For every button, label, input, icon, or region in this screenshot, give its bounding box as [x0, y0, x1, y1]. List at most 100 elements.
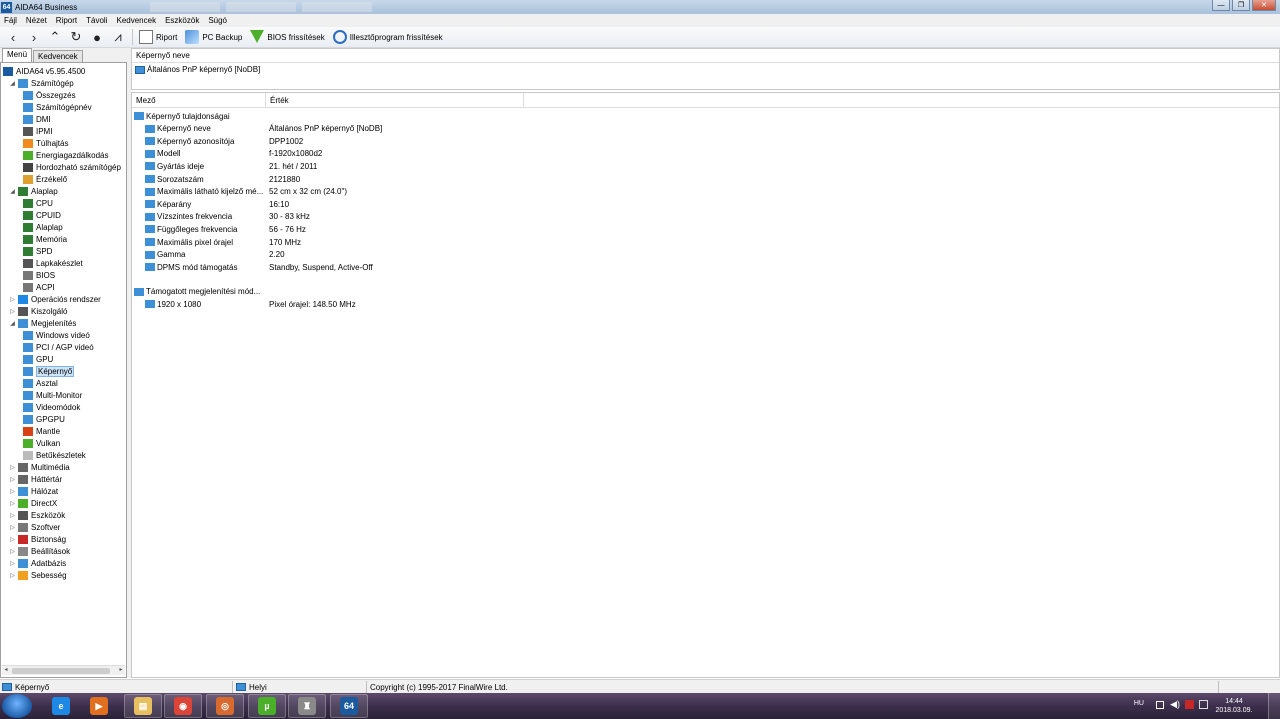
data-row[interactable]: DPMS mód támogatás Standby, Suspend, Acti…	[145, 261, 545, 273]
collapsed-arrow-icon[interactable]: ▷	[9, 500, 16, 507]
data-row[interactable]: Képernyő neve Általános PnP képernyő [NoD…	[145, 123, 545, 135]
driver-updates-button[interactable]: Illesztőprogram frissítések	[332, 30, 443, 44]
tree-item[interactable]: Lapkakészlet	[23, 257, 83, 269]
tree-item[interactable]: Vulkan	[23, 437, 60, 449]
tree-item[interactable]: Asztal	[23, 377, 58, 389]
tree-item[interactable]: Mantle	[23, 425, 60, 437]
menu-view[interactable]: Nézet	[26, 16, 47, 25]
data-row[interactable]: Függőleges frekvencia 56 - 76 Hz	[145, 223, 545, 235]
bios-updates-button[interactable]: BIOS frissítések	[250, 30, 325, 44]
tree-item[interactable]: Betűkészletek	[23, 449, 86, 461]
data-row[interactable]: Képernyő azonosítója DPP1002	[145, 135, 545, 147]
menu-file[interactable]: Fájl	[4, 16, 17, 25]
tree-item[interactable]: BIOS	[23, 269, 55, 281]
section-header[interactable]: Képernyő tulajdonságai	[134, 110, 230, 122]
collapsed-arrow-icon[interactable]: ▷	[9, 524, 16, 531]
tree-item[interactable]: AIDA64 v5.95.4500	[3, 65, 85, 77]
tree-item[interactable]: ACPI	[23, 281, 55, 293]
menu-help[interactable]: Súgó	[208, 16, 227, 25]
data-row[interactable]: Maximális pixel órajel 170 MHz	[145, 236, 545, 248]
pc-backup-button[interactable]: PC Backup	[185, 30, 242, 44]
tree-item[interactable]: ▷ DirectX	[9, 497, 57, 509]
taskbar-app-button[interactable]: 64	[330, 694, 368, 718]
tree-item[interactable]: Videomódok	[23, 401, 80, 413]
expanded-arrow-icon[interactable]: ◢	[9, 320, 16, 327]
horizontal-scrollbar[interactable]: ◂ ▸	[2, 665, 125, 675]
tree-item[interactable]: Érzékelő	[23, 173, 67, 185]
action-center-icon[interactable]	[1185, 700, 1194, 709]
collapsed-arrow-icon[interactable]: ▷	[9, 476, 16, 483]
tree-item[interactable]: ▷ Hálózat	[9, 485, 58, 497]
column-field[interactable]: Mező	[132, 93, 266, 107]
data-row[interactable]: 1920 x 1080 Pixel órajel: 148.50 MHz	[145, 298, 545, 310]
tree-item[interactable]: ▷ Biztonság	[9, 533, 66, 545]
tree-item[interactable]: Túlhajtás	[23, 137, 68, 149]
collapsed-arrow-icon[interactable]: ▷	[9, 548, 16, 555]
data-row[interactable]: Gamma 2.20	[145, 249, 545, 261]
collapsed-arrow-icon[interactable]: ▷	[9, 560, 16, 567]
tree-item[interactable]: PCI / AGP videó	[23, 341, 94, 353]
tree-item[interactable]: DMI	[23, 113, 51, 125]
refresh-icon[interactable]: ↻	[68, 29, 84, 45]
collapsed-arrow-icon[interactable]: ▷	[9, 308, 16, 315]
menu-tools[interactable]: Eszközök	[165, 16, 199, 25]
tree-item[interactable]: CPU	[23, 197, 53, 209]
expanded-arrow-icon[interactable]: ◢	[9, 80, 16, 87]
show-desktop-button[interactable]	[1268, 693, 1280, 719]
data-row[interactable]: Modell f-1920x1080d2	[145, 148, 545, 160]
data-row[interactable]: Vízszintes frekvencia 30 - 83 kHz	[145, 211, 545, 223]
data-row[interactable]: Gyártás ideje 21. hét / 2011	[145, 160, 545, 172]
tree-item[interactable]: Multi-Monitor	[23, 389, 82, 401]
language-indicator[interactable]: HU	[1134, 700, 1144, 707]
collapsed-arrow-icon[interactable]: ▷	[9, 536, 16, 543]
tree-item[interactable]: ▷ Háttértár	[9, 473, 62, 485]
collapsed-arrow-icon[interactable]: ▷	[9, 512, 16, 519]
tree-item[interactable]: ▷ Eszközök	[9, 509, 65, 521]
section-header[interactable]: Támogatott megjelenítési mód...	[134, 286, 260, 298]
forward-arrow-icon[interactable]: ›	[26, 29, 42, 45]
data-row[interactable]: Képarány 16:10	[145, 198, 545, 210]
up-arrow-icon[interactable]: ⌃	[47, 29, 63, 45]
scrollbar-thumb[interactable]	[12, 668, 110, 674]
tab-favorites[interactable]: Kedvencek	[33, 50, 83, 62]
tree-item[interactable]: SPD	[23, 245, 52, 257]
tree-item[interactable]: ▷ Sebesség	[9, 569, 67, 581]
collapsed-arrow-icon[interactable]: ▷	[9, 296, 16, 303]
taskbar-app-button[interactable]: e	[42, 694, 80, 718]
data-row[interactable]: Maximális látható kijelző mé... 52 cm x 3…	[145, 186, 545, 198]
maximize-button[interactable]: ❐	[1232, 0, 1250, 11]
network-tray-icon[interactable]	[1199, 700, 1208, 709]
volume-icon[interactable]: ◀)	[1170, 699, 1180, 710]
taskbar-app-button[interactable]: ▶	[80, 694, 118, 718]
taskbar-app-button[interactable]: ◉	[164, 694, 202, 718]
menu-report[interactable]: Riport	[56, 16, 77, 25]
taskbar-app-button[interactable]: ♜	[288, 694, 326, 718]
tree-item[interactable]: ▷ Operációs rendszer	[9, 293, 101, 305]
tree-item[interactable]: ▷ Beállítások	[9, 545, 70, 557]
scroll-right-icon[interactable]: ▸	[117, 666, 125, 676]
taskbar-app-button[interactable]: ◎	[206, 694, 244, 718]
tab-menu[interactable]: Menü	[2, 48, 33, 62]
taskbar-app-button[interactable]: ▤	[124, 694, 162, 718]
tree-item[interactable]: Számítógépnév	[23, 101, 92, 113]
tree-item[interactable]: Memória	[23, 233, 67, 245]
tree-item[interactable]: Képernyő	[23, 365, 75, 377]
tree-item[interactable]: GPU	[23, 353, 53, 365]
tree-item[interactable]: Alaplap	[23, 221, 63, 233]
tree-item[interactable]: Hordozható számítógép	[23, 161, 121, 173]
menu-remote[interactable]: Távoli	[86, 16, 107, 25]
column-value[interactable]: Érték	[266, 93, 524, 107]
tree-item[interactable]: CPUID	[23, 209, 61, 221]
collapsed-arrow-icon[interactable]: ▷	[9, 488, 16, 495]
tree-item[interactable]: IPMI	[23, 125, 52, 137]
tree-item[interactable]: Energiagazdálkodás	[23, 149, 109, 161]
tray-up-icon[interactable]	[1156, 701, 1164, 709]
device-name-row[interactable]: Általános PnP képernyő [NoDB]	[132, 63, 1279, 76]
start-button[interactable]	[2, 694, 32, 718]
collapsed-arrow-icon[interactable]: ▷	[9, 464, 16, 471]
collapsed-arrow-icon[interactable]: ▷	[9, 572, 16, 579]
tree-item[interactable]: ◢ Alaplap	[9, 185, 58, 197]
tree-item[interactable]: ◢ Számítógép	[9, 77, 74, 89]
tree-item[interactable]: ▷ Kiszolgáló	[9, 305, 67, 317]
tree-item[interactable]: ▷ Szoftver	[9, 521, 60, 533]
